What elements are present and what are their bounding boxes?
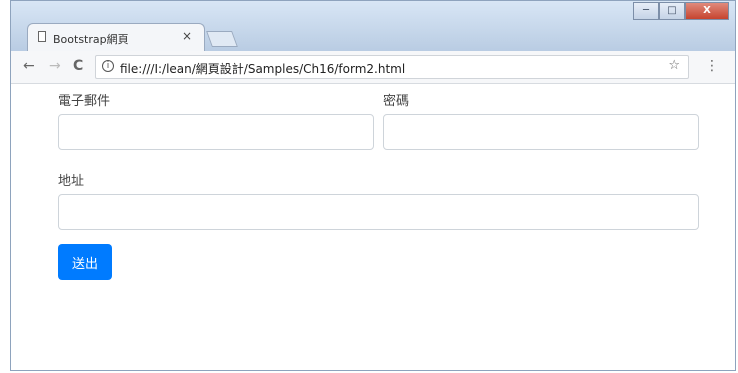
window-controls: ─ □ X (633, 2, 729, 20)
minimize-button[interactable]: ─ (633, 2, 659, 20)
close-window-button[interactable]: X (685, 2, 729, 20)
email-label: 電子郵件 (58, 94, 111, 109)
new-tab-button[interactable] (206, 31, 238, 47)
url-text[interactable]: file:///I:/lean/網頁設計/Samples/Ch16/form2.… (120, 60, 405, 77)
back-button[interactable]: ← (23, 58, 35, 74)
browser-window: Bootstrap網頁 × ─ □ X ← → C i file:///I:/l… (10, 0, 736, 371)
submit-button[interactable]: 送出 (58, 244, 112, 280)
email-field[interactable] (58, 114, 374, 150)
tab-close-button[interactable]: × (182, 29, 192, 43)
browser-tab[interactable]: Bootstrap網頁 × (27, 23, 205, 51)
bookmark-star-icon[interactable]: ☆ (668, 58, 680, 73)
address-bar[interactable]: i file:///I:/lean/網頁設計/Samples/Ch16/form… (95, 55, 689, 79)
browser-menu-icon[interactable]: ⋮ (705, 58, 719, 74)
browser-toolbar: ← → C i file:///I:/lean/網頁設計/Samples/Ch1… (11, 51, 735, 84)
forward-button[interactable]: → (49, 58, 61, 74)
password-field[interactable] (383, 114, 699, 150)
tab-title: Bootstrap網頁 (53, 33, 129, 46)
info-icon[interactable]: i (102, 60, 114, 72)
reload-button[interactable]: C (73, 58, 83, 74)
address-label: 地址 (58, 174, 85, 189)
password-label: 密碼 (383, 94, 410, 109)
page-viewport: 電子郵件 密碼 地址 送出 (11, 84, 735, 370)
document-icon (38, 31, 46, 42)
title-bar: Bootstrap網頁 × ─ □ X (11, 1, 735, 51)
address-field[interactable] (58, 194, 699, 230)
maximize-button[interactable]: □ (659, 2, 685, 20)
